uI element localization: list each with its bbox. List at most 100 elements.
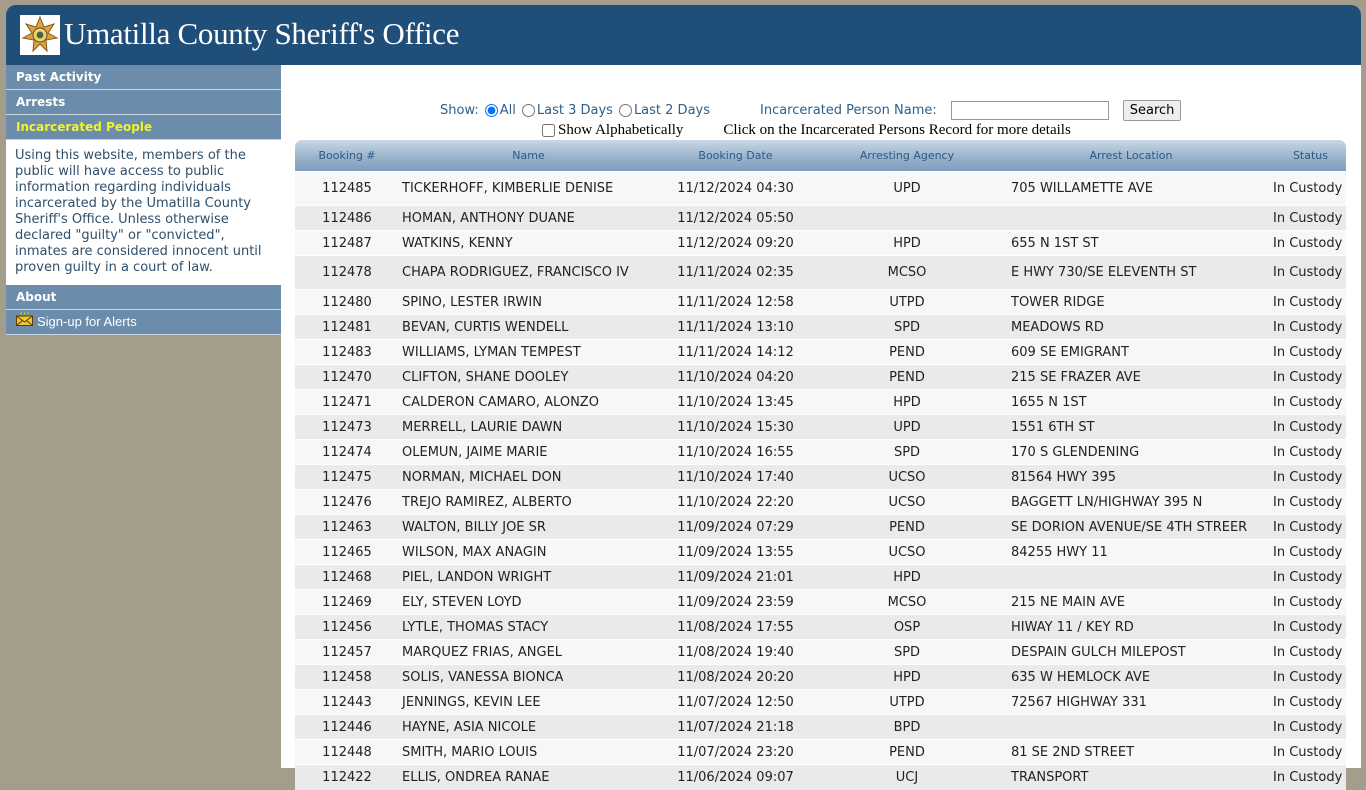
table-row[interactable]: 112457 MARQUEZ FRIAS, ANGEL 11/08/2024 19:…: [295, 639, 1346, 665]
show-last-3-days-label: Last 3 Days: [536, 103, 613, 118]
name-cell: CALDERON CAMARO, ALONZO: [399, 389, 658, 415]
table-body: 112485 TICKERHOFF, KIMBERLIE DENISE 11/12/…: [295, 171, 1346, 790]
sidebar-item-arrests[interactable]: Arrests: [6, 90, 281, 115]
booking-number-cell: 112448: [295, 739, 399, 765]
show-option-all[interactable]: All: [484, 103, 516, 118]
arresting-agency-cell: HPD: [813, 564, 1001, 590]
person-name-input[interactable]: [950, 101, 1109, 120]
arresting-agency-cell: UPD: [813, 171, 1001, 206]
table-row[interactable]: 112422 ELLIS, ONDREA RANAE 11/06/2024 09:0…: [295, 764, 1346, 790]
sidebar: Past Activity Arrests Incarcerated Peopl…: [6, 65, 281, 335]
table-row[interactable]: 112481 BEVAN, CURTIS WENDELL 11/11/2024 13…: [295, 314, 1346, 340]
name-cell: CHAPA RODRIGUEZ, FRANCISCO IV: [399, 255, 658, 290]
booking-number-cell: 112468: [295, 564, 399, 590]
table-row[interactable]: 112456 LYTLE, THOMAS STACY 11/08/2024 17:5…: [295, 614, 1346, 640]
status-cell: In Custody: [1261, 389, 1346, 415]
sidebar-item-sign-up-alerts[interactable]: Sign-up for Alerts: [6, 310, 281, 335]
sign-up-alerts-label: Sign-up for Alerts: [37, 314, 137, 329]
table-row[interactable]: 112469 ELY, STEVEN LOYD 11/09/2024 23:59 MC…: [295, 589, 1346, 615]
table-row[interactable]: 112473 MERRELL, LAURIE DAWN 11/10/2024 15:…: [295, 414, 1346, 440]
column-header-status[interactable]: Status: [1261, 140, 1346, 172]
table-row[interactable]: 112458 SOLIS, VANESSA BIONCA 11/08/2024 20…: [295, 664, 1346, 690]
arresting-agency-cell: SPD: [813, 439, 1001, 465]
arresting-agency-cell: SPD: [813, 639, 1001, 665]
status-cell: In Custody: [1261, 230, 1346, 256]
arresting-agency-cell: SPD: [813, 314, 1001, 340]
table-row[interactable]: 112470 CLIFTON, SHANE DOOLEY 11/10/2024 04…: [295, 364, 1346, 390]
table-row[interactable]: 112448 SMITH, MARIO LOUIS 11/07/2024 23:20…: [295, 739, 1346, 765]
column-header-arresting-agency[interactable]: Arresting Agency: [813, 140, 1001, 172]
status-cell: In Custody: [1261, 364, 1346, 390]
booking-date-cell: 11/10/2024 04:20: [658, 364, 813, 390]
table-row[interactable]: 112476 TREJO RAMIREZ, ALBERTO 11/10/2024 2…: [295, 489, 1346, 515]
booking-number-cell: 112456: [295, 614, 399, 640]
arresting-agency-cell: UCSO: [813, 489, 1001, 515]
status-cell: In Custody: [1261, 464, 1346, 490]
show-last-2-days-radio[interactable]: [618, 104, 632, 117]
column-header-booking-date[interactable]: Booking Date: [658, 140, 813, 172]
table-row[interactable]: 112485 TICKERHOFF, KIMBERLIE DENISE 11/12/…: [295, 171, 1346, 206]
show-last-3-days-radio[interactable]: [521, 104, 535, 117]
status-cell: In Custody: [1261, 764, 1346, 790]
status-cell: In Custody: [1261, 339, 1346, 365]
column-header-arrest-location[interactable]: Arrest Location: [1001, 140, 1261, 172]
arresting-agency-cell: MCSO: [813, 255, 1001, 290]
name-cell: SOLIS, VANESSA BIONCA: [399, 664, 658, 690]
table-row[interactable]: 112487 WATKINS, KENNY 11/12/2024 09:20 HPD 6…: [295, 230, 1346, 256]
table-row[interactable]: 112480 SPINO, LESTER IRWIN 11/11/2024 12:5…: [295, 289, 1346, 315]
name-cell: WILSON, MAX ANAGIN: [399, 539, 658, 565]
booking-date-cell: 11/11/2024 13:10: [658, 314, 813, 340]
booking-date-cell: 11/07/2024 23:20: [658, 739, 813, 765]
sidebar-item-incarcerated-people[interactable]: Incarcerated People: [6, 115, 281, 140]
booking-number-cell: 112475: [295, 464, 399, 490]
column-header-name[interactable]: Name: [399, 140, 658, 172]
status-cell: In Custody: [1261, 739, 1346, 765]
name-cell: SPINO, LESTER IRWIN: [399, 289, 658, 315]
arrest-location-cell: 81 SE 2ND STREET: [1001, 739, 1261, 765]
arrest-location-cell: [1001, 205, 1261, 231]
booking-number-cell: 112422: [295, 764, 399, 790]
name-cell: WATKINS, KENNY: [399, 230, 658, 256]
sidebar-item-past-activity[interactable]: Past Activity: [6, 65, 281, 90]
name-cell: JENNINGS, KEVIN LEE: [399, 689, 658, 715]
table-row[interactable]: 112474 OLEMUN, JAIME MARIE 11/10/2024 16:5…: [295, 439, 1346, 465]
inmate-table-wrapper: Booking # Name Booking Date Arresting Ag…: [295, 140, 1346, 790]
search-button[interactable]: Search: [1122, 100, 1182, 121]
arrest-location-cell: 215 NE MAIN AVE: [1001, 589, 1261, 615]
arrest-location-cell: 635 W HEMLOCK AVE: [1001, 664, 1261, 690]
table-row[interactable]: 112486 HOMAN, ANTHONY DUANE 11/12/2024 05:…: [295, 205, 1346, 231]
table-row[interactable]: 112471 CALDERON CAMARO, ALONZO 11/10/2024 …: [295, 389, 1346, 415]
booking-number-cell: 112457: [295, 639, 399, 665]
table-row[interactable]: 112443 JENNINGS, KEVIN LEE 11/07/2024 12:5…: [295, 689, 1346, 715]
table-row[interactable]: 112465 WILSON, MAX ANAGIN 11/09/2024 13:55…: [295, 539, 1346, 565]
show-option-last-2-days[interactable]: Last 2 Days: [618, 103, 710, 118]
column-header-booking-number[interactable]: Booking #: [295, 140, 399, 172]
status-cell: In Custody: [1261, 255, 1346, 290]
name-cell: LYTLE, THOMAS STACY: [399, 614, 658, 640]
status-cell: In Custody: [1261, 171, 1346, 206]
booking-date-cell: 11/09/2024 13:55: [658, 539, 813, 565]
booking-date-cell: 11/12/2024 04:30: [658, 171, 813, 206]
table-row[interactable]: 112478 CHAPA RODRIGUEZ, FRANCISCO IV 11/11…: [295, 255, 1346, 290]
show-option-last-3-days[interactable]: Last 3 Days: [521, 103, 613, 118]
table-row[interactable]: 112463 WALTON, BILLY JOE SR 11/09/2024 07:…: [295, 514, 1346, 540]
booking-number-cell: 112476: [295, 489, 399, 515]
booking-number-cell: 112465: [295, 539, 399, 565]
booking-number-cell: 112485: [295, 171, 399, 206]
arrest-location-cell: TOWER RIDGE: [1001, 289, 1261, 315]
booking-number-cell: 112470: [295, 364, 399, 390]
arrest-location-cell: HIWAY 11 / KEY RD: [1001, 614, 1261, 640]
table-header-row: Booking # Name Booking Date Arresting Ag…: [295, 140, 1346, 172]
table-row[interactable]: 112475 NORMAN, MICHAEL DON 11/10/2024 17:4…: [295, 464, 1346, 490]
show-alphabetically-checkbox[interactable]: [542, 124, 555, 137]
booking-date-cell: 11/11/2024 02:35: [658, 255, 813, 290]
show-alphabetically-option[interactable]: Show Alphabetically: [542, 122, 683, 139]
show-all-radio[interactable]: [484, 104, 498, 117]
status-cell: In Custody: [1261, 589, 1346, 615]
name-cell: BEVAN, CURTIS WENDELL: [399, 314, 658, 340]
status-cell: In Custody: [1261, 489, 1346, 515]
table-row[interactable]: 112446 HAYNE, ASIA NICOLE 11/07/2024 21:18…: [295, 714, 1346, 740]
table-row[interactable]: 112483 WILLIAMS, LYMAN TEMPEST 11/11/2024 …: [295, 339, 1346, 365]
table-row[interactable]: 112468 PIEL, LANDON WRIGHT 11/09/2024 21:0…: [295, 564, 1346, 590]
sidebar-item-about[interactable]: About: [6, 285, 281, 310]
